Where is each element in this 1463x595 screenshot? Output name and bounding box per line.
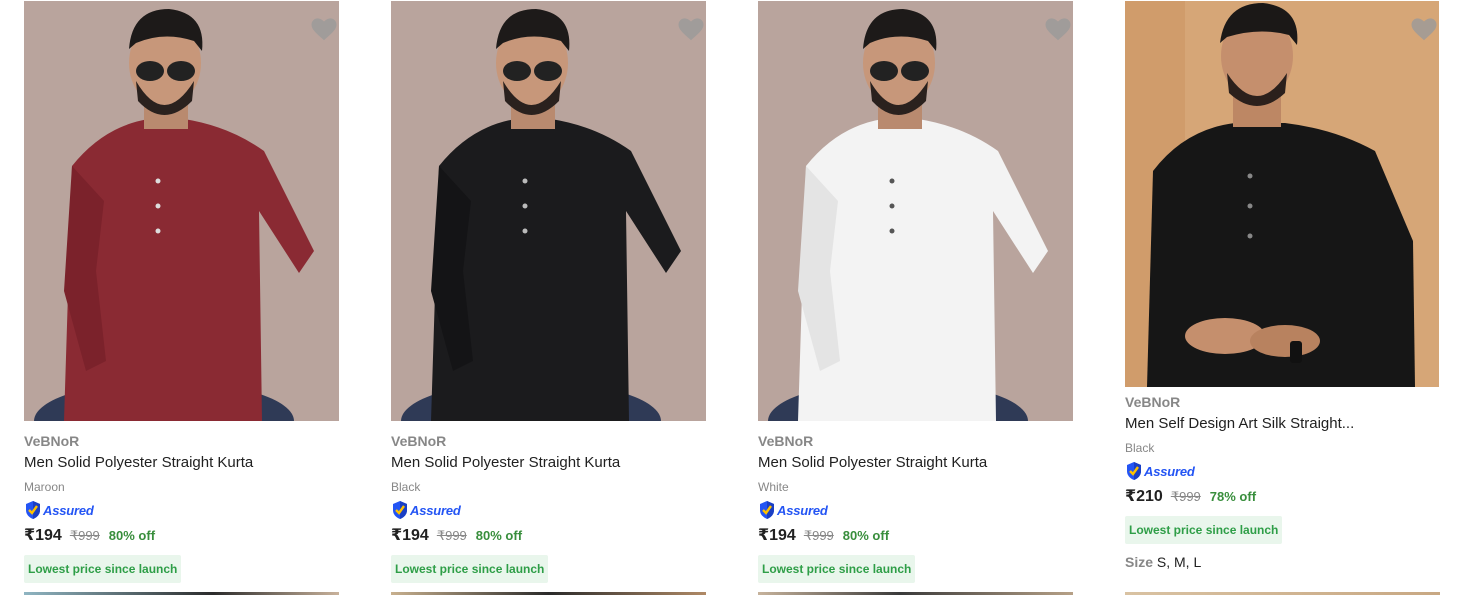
product-color: White bbox=[758, 480, 789, 494]
product-image[interactable] bbox=[758, 1, 1073, 421]
product-info: VeBNoR Men Solid Polyester Straight Kurt… bbox=[391, 431, 706, 583]
price-row: ₹194 ₹999 80% off bbox=[24, 525, 339, 549]
product-brand: VeBNoR bbox=[24, 433, 80, 449]
product-color: Black bbox=[391, 480, 421, 494]
size-values: S, M, L bbox=[1156, 554, 1202, 570]
product-color: Maroon bbox=[24, 480, 65, 494]
assured-label: Assured bbox=[43, 502, 94, 518]
product-info: VeBNoR Men Solid Polyester Straight Kurt… bbox=[24, 431, 339, 583]
product-title[interactable]: Men Solid Polyester Straight Kurta bbox=[391, 452, 706, 474]
shield-check-icon bbox=[760, 501, 774, 519]
product-price: ₹194 bbox=[24, 527, 62, 544]
assured-badge: Assured bbox=[391, 499, 706, 521]
heart-icon[interactable] bbox=[1409, 14, 1439, 44]
product-price: ₹210 bbox=[1125, 488, 1163, 505]
product-brand: VeBNoR bbox=[1125, 394, 1181, 410]
product-discount: 80% off bbox=[475, 528, 523, 543]
product-brand: VeBNoR bbox=[758, 433, 814, 449]
heart-icon[interactable] bbox=[676, 14, 706, 44]
product-image[interactable] bbox=[1125, 1, 1439, 387]
assured-badge: Assured bbox=[758, 499, 1073, 521]
product-brand: VeBNoR bbox=[391, 433, 447, 449]
price-row: ₹194 ₹999 80% off bbox=[758, 525, 1073, 549]
heart-icon[interactable] bbox=[309, 14, 339, 44]
product-discount: 78% off bbox=[1209, 489, 1257, 504]
product-image[interactable] bbox=[391, 1, 706, 421]
heart-icon[interactable] bbox=[1043, 14, 1073, 44]
product-title[interactable]: Men Self Design Art Silk Straight... bbox=[1125, 413, 1440, 435]
product-color: Black bbox=[1125, 441, 1155, 455]
lowest-price-tag: Lowest price since launch bbox=[24, 555, 182, 583]
product-card[interactable]: VeBNoR Men Self Design Art Silk Straight… bbox=[1125, 0, 1440, 595]
product-mrp: ₹999 bbox=[1170, 489, 1201, 504]
shield-check-icon bbox=[393, 501, 407, 519]
product-mrp: ₹999 bbox=[436, 528, 467, 543]
product-info: VeBNoR Men Solid Polyester Straight Kurt… bbox=[758, 431, 1073, 583]
product-discount: 80% off bbox=[108, 528, 156, 543]
assured-label: Assured bbox=[410, 502, 461, 518]
shield-check-icon bbox=[1127, 462, 1141, 480]
lowest-price-tag: Lowest price since launch bbox=[391, 555, 549, 583]
product-title[interactable]: Men Solid Polyester Straight Kurta bbox=[758, 452, 1073, 474]
assured-badge: Assured bbox=[24, 499, 339, 521]
size-label: Size bbox=[1125, 554, 1154, 570]
lowest-price-tag: Lowest price since launch bbox=[1125, 516, 1283, 544]
product-price: ₹194 bbox=[391, 527, 429, 544]
product-mrp: ₹999 bbox=[803, 528, 834, 543]
price-row: ₹210 ₹999 78% off bbox=[1125, 486, 1440, 510]
product-card[interactable]: VeBNoR Men Solid Polyester Straight Kurt… bbox=[758, 0, 1073, 595]
assured-badge: Assured bbox=[1125, 460, 1440, 482]
lowest-price-tag: Lowest price since launch bbox=[758, 555, 916, 583]
price-row: ₹194 ₹999 80% off bbox=[391, 525, 706, 549]
product-discount: 80% off bbox=[842, 528, 890, 543]
assured-label: Assured bbox=[1144, 463, 1195, 479]
product-image[interactable] bbox=[24, 1, 339, 421]
shield-check-icon bbox=[26, 501, 40, 519]
size-options: Size S, M, L bbox=[1125, 554, 1440, 570]
assured-label: Assured bbox=[777, 502, 828, 518]
product-mrp: ₹999 bbox=[69, 528, 100, 543]
product-info: VeBNoR Men Self Design Art Silk Straight… bbox=[1125, 392, 1440, 570]
product-title[interactable]: Men Solid Polyester Straight Kurta bbox=[24, 452, 339, 474]
product-price: ₹194 bbox=[758, 527, 796, 544]
product-card[interactable]: VeBNoR Men Solid Polyester Straight Kurt… bbox=[24, 0, 339, 595]
product-card[interactable]: VeBNoR Men Solid Polyester Straight Kurt… bbox=[391, 0, 706, 595]
